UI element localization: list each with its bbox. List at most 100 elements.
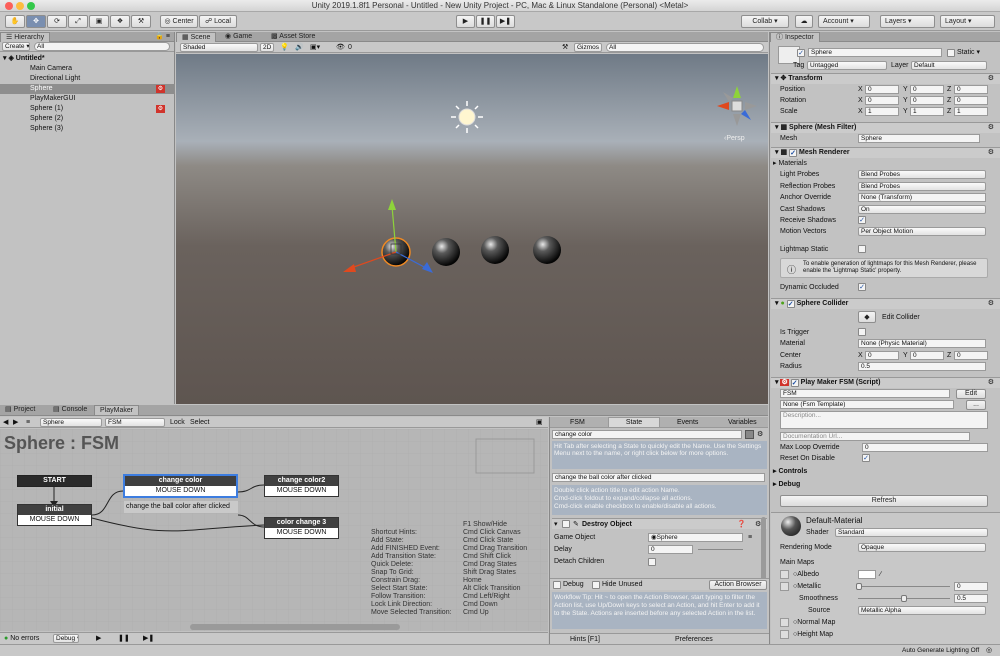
2d-toggle[interactable]: 2D: [260, 43, 274, 52]
albedo-texture-slot[interactable]: [780, 570, 789, 579]
mesh-filter-header[interactable]: ▾ ▦ Sphere (Mesh Filter) ⚙: [771, 122, 1000, 133]
position-z-field[interactable]: 0: [954, 85, 988, 94]
tab-fsm[interactable]: FSM: [570, 418, 585, 427]
transform-tool-icon[interactable]: ❖: [110, 15, 130, 28]
object-name-field[interactable]: Sphere: [808, 48, 942, 57]
debug-play-icon[interactable]: ▶: [96, 634, 101, 643]
component-menu-icon[interactable]: ⚙: [988, 378, 994, 388]
fsm-name-field[interactable]: FSM: [780, 389, 950, 398]
lock-button[interactable]: Lock: [170, 418, 185, 427]
max-loop-field[interactable]: 0: [862, 443, 988, 452]
state-event[interactable]: MOUSE DOWN: [18, 515, 91, 525]
pivot-local-button[interactable]: ☍ Local: [199, 15, 237, 28]
anchor-override-field[interactable]: None (Transform): [858, 193, 986, 202]
rotation-y-field[interactable]: 0: [910, 96, 944, 105]
hierarchy-item-main-camera[interactable]: Main Camera: [0, 64, 175, 74]
actions-scrollbar[interactable]: [761, 517, 766, 587]
debug-pause-icon[interactable]: ❚❚: [118, 634, 130, 643]
scale-z-field[interactable]: 1: [954, 107, 988, 116]
tab-state[interactable]: State: [608, 417, 660, 428]
step-button[interactable]: ▶❚: [496, 15, 515, 28]
shading-mode-dropdown[interactable]: Shaded: [180, 43, 258, 52]
fsm-start-node[interactable]: START: [17, 475, 92, 487]
lighting-toggle-icon[interactable]: 💡: [280, 43, 289, 52]
action-help-icon[interactable]: ❓: [737, 520, 746, 529]
pause-button[interactable]: ❚❚: [476, 15, 495, 28]
tab-hierarchy[interactable]: ☰ Hierarchy: [0, 32, 51, 42]
tab-events[interactable]: Events: [677, 418, 698, 427]
center-x-field[interactable]: 0: [865, 351, 899, 360]
menu-lines-icon[interactable]: ≡: [26, 418, 30, 427]
tab-inspector[interactable]: ⓘ Inspector: [770, 32, 820, 42]
maximize-window-button[interactable]: [27, 2, 35, 10]
is-trigger-checkbox[interactable]: [858, 328, 866, 336]
shader-dropdown[interactable]: Standard: [835, 528, 988, 537]
no-errors-status[interactable]: ● No errors: [4, 634, 39, 643]
playmaker-fsm-header[interactable]: ▾ ⚙ ✓ Play Maker FSM (Script) ⚙: [771, 377, 1000, 388]
height-map-slot[interactable]: [780, 630, 789, 639]
component-menu-icon[interactable]: ⚙: [988, 74, 994, 84]
hand-tool-icon[interactable]: ✋: [5, 15, 25, 28]
dynamic-occluded-checkbox[interactable]: ✓: [858, 283, 866, 291]
tag-dropdown[interactable]: Untagged: [807, 61, 887, 70]
collab-button[interactable]: Collab ▾: [741, 15, 789, 28]
scale-x-field[interactable]: 1: [865, 107, 899, 116]
state-event[interactable]: MOUSE DOWN: [125, 486, 236, 496]
graph-horizontal-scrollbar[interactable]: [190, 624, 400, 630]
tab-asset-store[interactable]: ▩ Asset Store: [266, 32, 320, 42]
smoothness-value-field[interactable]: 0.5: [954, 594, 988, 603]
create-dropdown[interactable]: Create ▾: [2, 42, 30, 51]
albedo-color-swatch[interactable]: [858, 570, 876, 579]
layer-dropdown[interactable]: Default: [911, 61, 987, 70]
custom-tool-icon[interactable]: ⚒: [131, 15, 151, 28]
component-menu-icon[interactable]: ⚙: [988, 299, 994, 309]
move-tool-icon[interactable]: ✥: [26, 15, 46, 28]
metallic-slider-thumb[interactable]: [856, 583, 862, 590]
account-button[interactable]: Account ▾: [818, 15, 870, 28]
scene-search-input[interactable]: All: [606, 43, 764, 52]
state-event[interactable]: MOUSE DOWN: [265, 528, 338, 538]
action-browser-button[interactable]: Action Browser: [709, 580, 767, 590]
fsm-selector[interactable]: FSM: [105, 418, 165, 427]
rotation-x-field[interactable]: 0: [865, 96, 899, 105]
state-event[interactable]: MOUSE DOWN: [265, 486, 338, 496]
state-name-field[interactable]: change color: [552, 430, 742, 439]
reflection-probes-dropdown[interactable]: Blend Probes: [858, 182, 986, 191]
forward-arrow-icon[interactable]: ▶: [13, 418, 18, 427]
panel-menu-icon[interactable]: 🔒 ≡: [155, 32, 170, 40]
rendering-mode-dropdown[interactable]: Opaque: [858, 543, 986, 552]
hierarchy-item-sphere-1[interactable]: Sphere (1) ⚙: [0, 104, 175, 114]
transform-header[interactable]: ▾ ✥ Transform ⚙: [771, 73, 1000, 84]
scene-root-item[interactable]: ▾ ◈ Untitled*: [0, 54, 175, 64]
eyedropper-icon[interactable]: ∕: [880, 570, 881, 579]
hierarchy-item-playmakergui[interactable]: PlayMakerGUI: [0, 94, 175, 104]
rotation-z-field[interactable]: 0: [954, 96, 988, 105]
edit-collider-button[interactable]: ◆: [858, 311, 876, 323]
hidden-count-icon[interactable]: 👁: [336, 43, 345, 52]
position-x-field[interactable]: 0: [865, 85, 899, 94]
tab-project[interactable]: ▤ Project: [0, 405, 40, 415]
minimize-window-button[interactable]: [16, 2, 24, 10]
delay-slider[interactable]: [698, 549, 743, 550]
normal-map-slot[interactable]: [780, 618, 789, 627]
light-probes-dropdown[interactable]: Blend Probes: [858, 170, 986, 179]
physic-material-field[interactable]: None (Physic Material): [858, 339, 986, 348]
effects-toggle-icon[interactable]: ▣▾: [310, 43, 320, 52]
fsm-edit-button[interactable]: Edit: [956, 389, 986, 399]
hints-button[interactable]: Hints [F1]: [570, 635, 600, 644]
action-enabled-checkbox[interactable]: [562, 520, 570, 528]
play-button[interactable]: ▶: [456, 15, 475, 28]
refresh-button[interactable]: Refresh: [780, 495, 988, 507]
layout-button[interactable]: Layout ▾: [940, 15, 995, 28]
scene-viewport[interactable]: ‹Persp: [176, 54, 768, 404]
center-z-field[interactable]: 0: [954, 351, 988, 360]
collider-enabled-checkbox[interactable]: ✓: [786, 300, 795, 308]
hierarchy-item-sphere-2[interactable]: Sphere (2): [0, 114, 175, 124]
tools-icon[interactable]: ⚒: [562, 43, 568, 52]
metallic-slider[interactable]: [858, 586, 950, 587]
controls-foldout[interactable]: ▸ Controls: [773, 467, 807, 476]
cast-shadows-dropdown[interactable]: On: [858, 205, 986, 214]
tab-variables[interactable]: Variables: [728, 418, 757, 427]
tab-scene[interactable]: ▦ Scene: [176, 32, 217, 42]
debug-dropdown[interactable]: Debug ▾: [53, 634, 79, 643]
